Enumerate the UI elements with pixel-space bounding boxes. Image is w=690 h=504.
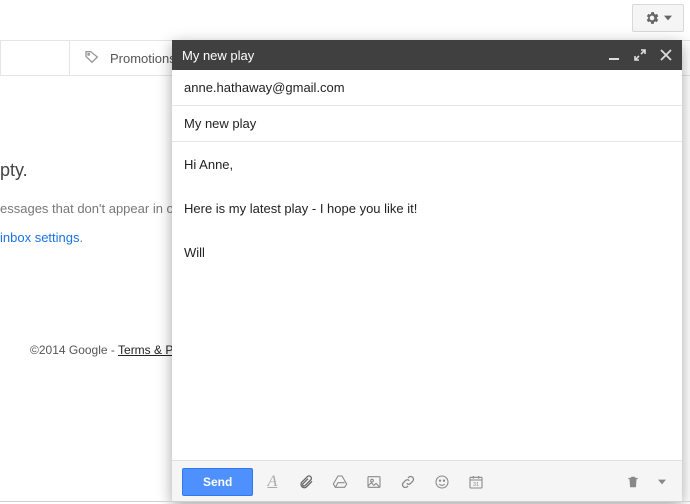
link-suffix: . (80, 230, 84, 245)
trash-icon[interactable] (618, 468, 648, 496)
gear-icon (644, 10, 660, 26)
svg-text:31: 31 (473, 482, 479, 488)
caret-down-icon (664, 14, 672, 22)
empty-link-line: inbox settings. (0, 230, 177, 245)
empty-line: essages that don't appear in ot (0, 201, 177, 216)
empty-title: pty. (0, 160, 177, 181)
footer: ©2014 Google - Terms & Pri (30, 343, 180, 357)
compose-window-controls (608, 49, 672, 61)
settings-gear-button[interactable] (632, 4, 684, 32)
tag-icon (84, 49, 100, 68)
compose-subject-field[interactable]: My new play (172, 106, 682, 142)
link-icon[interactable] (393, 468, 423, 496)
empty-state: pty. essages that don't appear in ot inb… (0, 160, 177, 259)
attach-icon[interactable] (291, 468, 321, 496)
close-icon[interactable] (660, 49, 672, 61)
expand-icon[interactable] (634, 49, 646, 61)
emoji-icon[interactable] (427, 468, 457, 496)
inbox-settings-link[interactable]: inbox settings (0, 230, 80, 245)
bottom-divider (0, 501, 690, 502)
calendar-icon[interactable]: 31 (461, 468, 491, 496)
footer-terms-link[interactable]: Terms & Pri (118, 343, 180, 357)
photo-icon[interactable] (359, 468, 389, 496)
tab-blank[interactable] (0, 41, 70, 75)
minimize-icon[interactable] (608, 49, 620, 61)
compose-window: My new play anne.hathaway@gmail.com My n… (172, 40, 682, 502)
formatting-icon[interactable]: A (257, 468, 287, 496)
compose-body[interactable]: Hi Anne, Here is my latest play - I hope… (172, 142, 682, 460)
drive-icon[interactable] (325, 468, 355, 496)
footer-copyright: ©2014 Google - (30, 343, 118, 357)
compose-toolbar: Send A 31 (172, 460, 682, 502)
compose-header[interactable]: My new play (172, 40, 682, 70)
compose-to-field[interactable]: anne.hathaway@gmail.com (172, 70, 682, 106)
send-button[interactable]: Send (182, 468, 253, 496)
tab-label: Promotions (110, 51, 176, 66)
more-options-icon[interactable] (652, 468, 672, 496)
compose-title: My new play (182, 48, 254, 63)
